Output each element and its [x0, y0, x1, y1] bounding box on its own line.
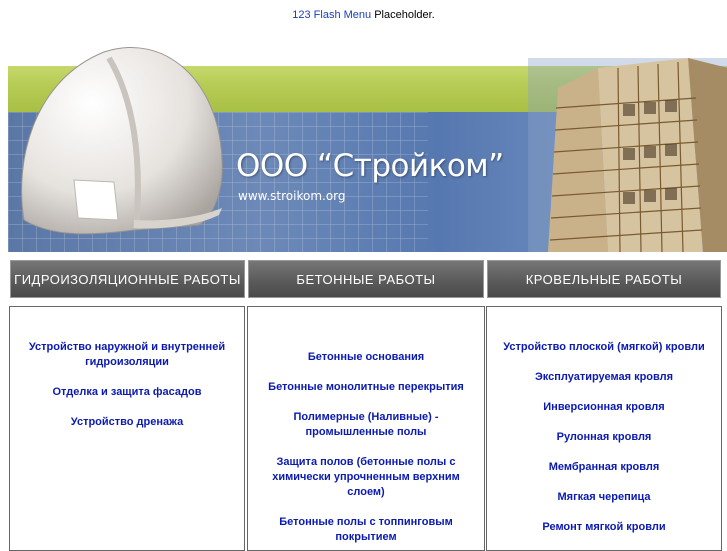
nav-concrete[interactable]: БЕТОННЫЕ РАБОТЫ	[248, 260, 484, 298]
link-concrete-slabs[interactable]: Бетонные монолитные перекрытия	[268, 380, 464, 395]
link-inversion-roof[interactable]: Инверсионная кровля	[543, 400, 664, 415]
link-drainage[interactable]: Устройство дренажа	[71, 415, 183, 430]
link-membrane-roof[interactable]: Мембранная кровля	[549, 460, 660, 475]
link-facade-finishing[interactable]: Отделка и защита фасадов	[52, 385, 201, 400]
header-banner: ООО “Стройком” www.stroikom.org	[8, 38, 727, 252]
link-roof-repair[interactable]: Ремонт мягкой кровли	[542, 520, 665, 535]
link-rolled-roof[interactable]: Рулонная кровля	[557, 430, 652, 445]
link-flat-roof[interactable]: Устройство плоской (мягкой) кровли	[503, 340, 705, 355]
company-name: ООО “Стройком”	[236, 148, 504, 184]
link-soft-tiles[interactable]: Мягкая черепица	[557, 490, 650, 505]
link-topping-floors[interactable]: Бетонные полы с топпинговым покрытием	[256, 515, 476, 545]
nav-waterproofing[interactable]: ГИДРОИЗОЛЯЦИОННЫЕ РАБОТЫ	[10, 260, 245, 298]
link-concrete-bases[interactable]: Бетонные основания	[308, 350, 424, 365]
flash-placeholder-text: Placeholder.	[371, 9, 435, 21]
company-website: www.stroikom.org	[238, 189, 346, 203]
column-waterproofing: Устройство наружной и внутренней гидроиз…	[9, 306, 245, 551]
column-roofing: Устройство плоской (мягкой) кровли Экспл…	[486, 306, 722, 551]
hard-hat-image	[21, 47, 223, 235]
flash-menu-placeholder: 123 Flash Menu Placeholder.	[0, 9, 727, 21]
link-floor-protection[interactable]: Защита полов (бетонные полы с химически …	[256, 455, 476, 500]
nav-roofing[interactable]: КРОВЕЛЬНЫЕ РАБОТЫ	[487, 260, 721, 298]
link-exploited-roof[interactable]: Эксплуатируемая кровля	[535, 370, 673, 385]
column-concrete: Бетонные основания Бетонные монолитные п…	[247, 306, 485, 551]
flash-menu-link[interactable]: 123 Flash Menu	[292, 9, 371, 21]
building-image	[528, 58, 727, 252]
link-waterproofing-install[interactable]: Устройство наружной и внутренней гидроиз…	[18, 340, 236, 370]
link-polymer-floors[interactable]: Полимерные (Наливные) - промышленные пол…	[256, 410, 476, 440]
